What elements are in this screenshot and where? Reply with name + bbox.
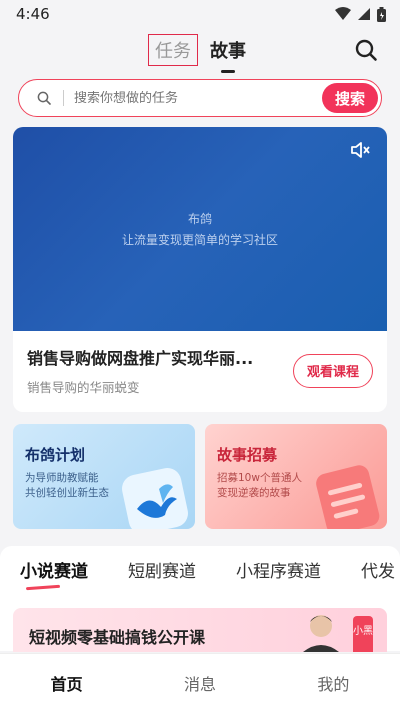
status-bar: 4:46	[0, 0, 400, 28]
promo-description: 招募10w个普通人 变现逆袭的故事	[217, 471, 375, 501]
course-subtitle: 销售导购的华丽蜕变	[27, 380, 140, 395]
course-row: 销售导购做网盘推广实现华丽... 销售导购的华丽蜕变 观看课程	[13, 331, 387, 412]
promo-desc-line: 变现逆袭的故事	[217, 487, 291, 499]
tab-stories[interactable]: 故事	[204, 35, 252, 73]
status-icons	[335, 6, 386, 22]
battery-icon	[377, 6, 386, 22]
search-button[interactable]: 搜索	[322, 83, 378, 113]
video-player[interactable]: 布鸽 让流量变现更简单的学习社区	[13, 127, 387, 331]
banner-card: 布鸽 让流量变现更简单的学习社区 销售导购做网盘推广实现华丽... 销售导购的华…	[13, 127, 387, 412]
course-text: 销售导购做网盘推广实现华丽... 销售导购的华丽蜕变	[27, 345, 273, 396]
track-tab-mini-program[interactable]: 小程序赛道	[236, 557, 321, 582]
presenter-image	[303, 615, 339, 652]
nav-mine[interactable]: 我的	[267, 671, 400, 695]
feed-area: 短视频零基础搞钱公开课 小黑	[0, 592, 400, 652]
search-input[interactable]	[74, 90, 322, 106]
promo-title: 布鸽计划	[25, 446, 86, 464]
video-title: 布鸽	[187, 212, 212, 226]
track-tab-short-drama[interactable]: 短剧赛道	[128, 557, 196, 582]
feed-tag: 小黑	[353, 616, 373, 652]
tab-tasks[interactable]: 任务	[148, 34, 198, 66]
promo-description: 为导师助教赋能 共创轻创业新生态	[25, 471, 183, 501]
search-icon	[37, 91, 51, 105]
search-separator	[63, 90, 64, 106]
promo-desc-line: 共创轻创业新生态	[25, 487, 109, 499]
track-tabs: 小说赛道 短剧赛道 小程序赛道 代发	[0, 546, 400, 592]
course-title[interactable]: 销售导购做网盘推广实现华丽...	[27, 345, 273, 369]
bottom-nav: 首页 消息 我的	[0, 653, 400, 711]
track-tab-novel[interactable]: 小说赛道	[20, 557, 88, 582]
feed-card[interactable]: 短视频零基础搞钱公开课 小黑	[13, 608, 387, 652]
nav-messages[interactable]: 消息	[133, 671, 266, 695]
signal-icon	[358, 8, 370, 20]
status-time: 4:46	[16, 5, 50, 23]
promo-desc-line: 为导师助教赋能	[25, 472, 99, 484]
wifi-icon	[335, 7, 351, 20]
promo-buge-plan[interactable]: 布鸽计划 为导师助教赋能 共创轻创业新生态	[13, 424, 195, 529]
top-header: 任务 故事	[0, 28, 400, 73]
track-tab-proxy[interactable]: 代发	[361, 557, 395, 582]
promo-title: 故事招募	[217, 446, 278, 464]
volume-mute-icon[interactable]	[349, 139, 371, 161]
video-subtitle: 让流量变现更简单的学习社区	[121, 233, 278, 247]
watch-course-button[interactable]: 观看课程	[293, 353, 373, 388]
promo-desc-line: 招募10w个普通人	[217, 472, 302, 484]
search-icon[interactable]	[354, 38, 378, 62]
nav-home[interactable]: 首页	[0, 671, 133, 695]
search-bar: 搜索	[18, 79, 382, 117]
promo-row: 布鸽计划 为导师助教赋能 共创轻创业新生态 故事招募 招募10w个普通人 变现逆…	[13, 424, 387, 529]
promo-story-recruit[interactable]: 故事招募 招募10w个普通人 变现逆袭的故事	[205, 424, 387, 529]
